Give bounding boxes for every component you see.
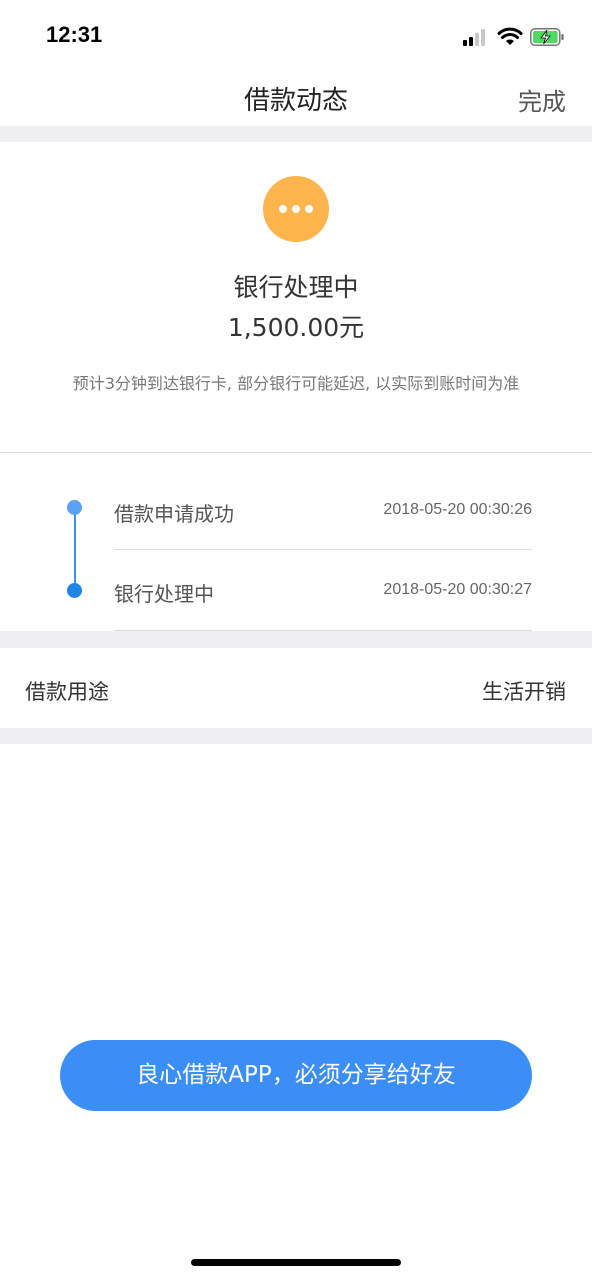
more-dots-icon [263, 176, 329, 242]
timeline-dot-icon [67, 500, 82, 515]
status-bar: 12:31 [0, 0, 592, 72]
section-divider [0, 631, 592, 648]
wifi-icon [497, 27, 523, 45]
timeline-step-time: 2018-05-20 00:30:27 [383, 581, 532, 598]
arrival-description: 预计3分钟到达银行卡, 部分银行可能延迟, 以实际到账时间为准 [72, 374, 520, 393]
home-indicator[interactable] [191, 1259, 401, 1266]
nav-bar: 借款动态 完成 [0, 72, 592, 126]
share-to-friends-button[interactable]: 良心借款APP，必须分享给好友 [60, 1040, 532, 1111]
loan-purpose-row: 借款用途 生活开销 [0, 648, 592, 728]
loan-purpose-value: 生活开销 [482, 680, 566, 704]
status-time: 12:31 [46, 22, 103, 47]
cellular-signal-icon [463, 28, 489, 46]
divider [114, 549, 532, 550]
page-title: 借款动态 [243, 86, 348, 116]
done-button[interactable]: 完成 [518, 82, 566, 117]
timeline-step-time: 2018-05-20 00:30:26 [383, 501, 532, 518]
section-divider [0, 126, 592, 142]
battery-charging-icon [530, 28, 564, 46]
timeline-step-label: 借款申请成功 [114, 502, 234, 526]
status-title: 银行处理中 [233, 273, 359, 302]
loan-amount: 1,500.00元 [227, 313, 365, 342]
section-divider [0, 728, 592, 744]
loan-purpose-label: 借款用途 [25, 680, 109, 704]
loan-status-card: 银行处理中 1,500.00元 预计3分钟到达银行卡, 部分银行可能延迟, 以实… [0, 142, 592, 453]
timeline-connector [74, 507, 76, 591]
timeline-dot-icon [67, 583, 82, 598]
progress-timeline: 借款申请成功 2018-05-20 00:30:26 银行处理中 2018-05… [0, 454, 592, 631]
timeline-step-label: 银行处理中 [114, 582, 214, 606]
